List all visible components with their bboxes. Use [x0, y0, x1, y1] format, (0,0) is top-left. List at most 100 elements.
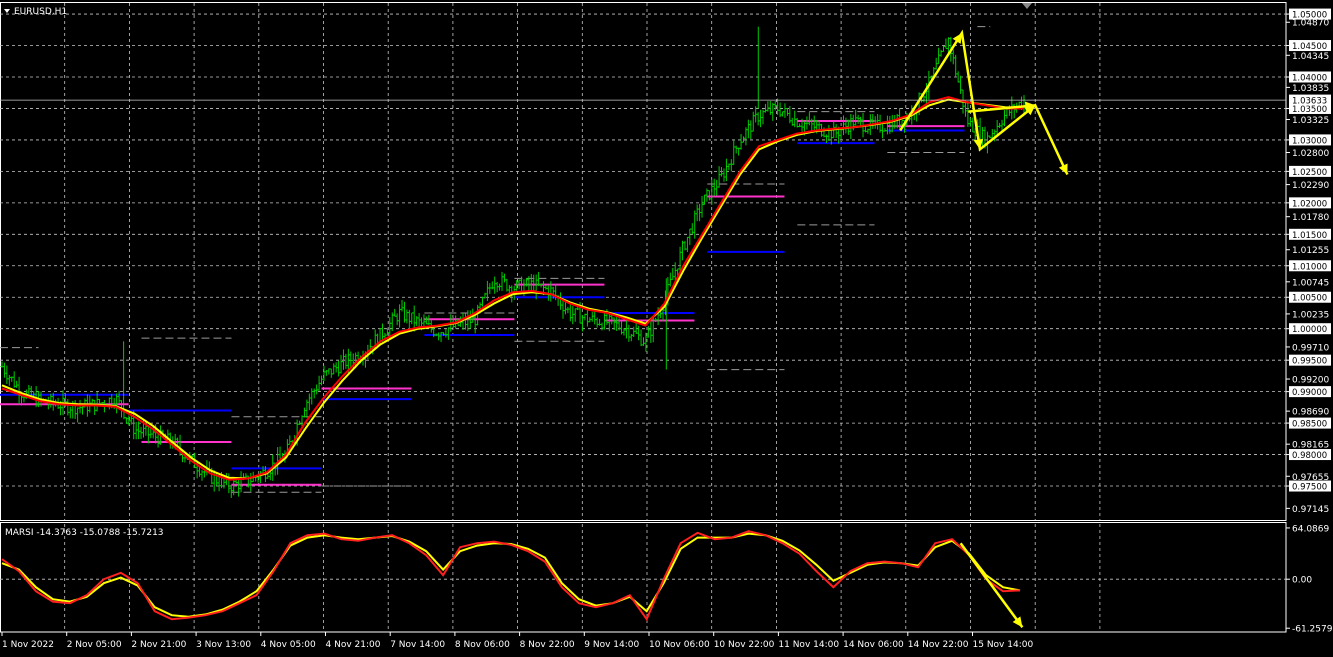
price-bar — [559, 292, 563, 310]
time-tick-label: 7 Nov 14:00 — [390, 640, 445, 650]
price-bar — [959, 75, 963, 94]
price-tick-label: 0.98500 — [1292, 420, 1327, 430]
price-bar — [395, 313, 399, 326]
price-bar — [746, 119, 750, 139]
price-bar — [27, 384, 31, 395]
price-bar — [407, 309, 411, 330]
price-bar — [566, 306, 570, 314]
time-tick-label: 10 Nov 06:00 — [649, 640, 710, 650]
price-bar — [766, 101, 770, 112]
price-bar — [649, 321, 653, 343]
price-bar — [229, 484, 233, 498]
price-bar — [237, 479, 241, 497]
price-tick-label: 1.03000 — [1292, 136, 1327, 146]
price-tick-label: 0.99500 — [1292, 357, 1327, 367]
price-tick-label: 1.00745 — [1292, 278, 1329, 288]
time-tick-label: 4 Nov 21:00 — [326, 640, 381, 650]
price-bar — [585, 309, 589, 327]
chevron-down-icon[interactable] — [4, 9, 10, 13]
price-tick-label: 1.04345 — [1292, 52, 1329, 62]
price-tick-label: 1.03325 — [1292, 116, 1329, 126]
price-tick-label: 1.02800 — [1292, 149, 1329, 159]
price-tick-label: 1.04000 — [1292, 73, 1327, 83]
price-bar — [751, 111, 755, 132]
price-tick-label: 1.00235 — [1292, 310, 1329, 320]
price-bar — [320, 375, 324, 386]
price-bar — [410, 312, 414, 325]
price-bar — [485, 280, 489, 301]
price-bar — [720, 167, 724, 177]
price-tick-label: 1.02500 — [1292, 168, 1327, 178]
price-bar — [400, 299, 404, 312]
price-bar — [278, 446, 282, 459]
ma-fast-line — [1, 96, 1024, 481]
price-bar — [310, 388, 314, 405]
price-bar — [734, 145, 738, 154]
price-bar — [944, 38, 948, 50]
price-bar — [781, 111, 785, 117]
price-bar — [622, 328, 626, 336]
price-tick-label: 0.98000 — [1292, 451, 1327, 461]
price-bar — [812, 115, 816, 131]
price-bar — [500, 271, 504, 291]
price-bar — [307, 393, 311, 411]
price-bar — [337, 360, 341, 377]
chart-canvas[interactable]: 1.050001.048701.045001.043451.040001.038… — [0, 0, 1333, 657]
grid — [0, 2, 1287, 633]
price-bar — [439, 331, 443, 343]
price-bar — [749, 120, 753, 140]
price-bar — [807, 112, 811, 126]
time-tick-label: 2 Nov 21:00 — [131, 640, 186, 650]
price-bar — [968, 117, 972, 127]
price-tick-label: 1.01000 — [1292, 262, 1327, 272]
shift-marker-icon[interactable] — [1022, 3, 1032, 9]
price-bar — [15, 380, 19, 388]
price-bar — [741, 136, 745, 143]
price-bar — [344, 353, 348, 369]
price-bar — [339, 354, 343, 374]
price-bar — [498, 283, 502, 291]
price-bar — [732, 139, 736, 165]
price-bar — [424, 316, 428, 325]
price-bar — [76, 407, 80, 423]
indicator-arrow-annotation — [959, 542, 1024, 628]
price-tick-label: 0.99000 — [1292, 388, 1327, 398]
price-bar — [393, 308, 397, 317]
price-bar — [349, 351, 353, 368]
indicator-tick-label: -61.2579 — [1292, 625, 1333, 635]
price-bar — [488, 283, 492, 294]
price-bar — [827, 125, 831, 141]
price-bar — [68, 406, 72, 419]
price-bar — [600, 322, 604, 331]
price-tick-label: 0.99710 — [1292, 343, 1329, 353]
price-tick-label: 1.01500 — [1292, 231, 1327, 241]
price-bar — [529, 274, 533, 292]
ma-slow-line — [1, 98, 1025, 480]
price-bar — [839, 128, 843, 140]
time-tick-label: 1 Nov 2022 — [2, 640, 54, 650]
price-bar — [873, 116, 877, 129]
price-tick-label: 1.00500 — [1292, 294, 1327, 304]
price-bar — [149, 428, 153, 439]
price-bar — [785, 107, 789, 116]
price-bar — [573, 308, 577, 322]
price-tick-label: 1.04870 — [1292, 19, 1329, 29]
price-tick-label: 1.03835 — [1292, 84, 1329, 94]
indicator-series-line — [1, 532, 1021, 618]
price-bar — [493, 276, 497, 294]
price-bar — [568, 304, 572, 322]
symbol-header[interactable]: EURUSD,H1 — [4, 7, 67, 17]
price-bar — [771, 102, 775, 121]
price-bar — [639, 329, 643, 347]
price-bar — [885, 115, 889, 135]
price-bar — [288, 435, 292, 445]
price-bar — [534, 274, 538, 300]
price-bar — [688, 228, 692, 246]
time-tick-label: 14 Nov 22:00 — [908, 640, 969, 650]
price-bar — [678, 246, 682, 271]
moving-averages — [1, 96, 1025, 481]
time-tick-label: 9 Nov 14:00 — [584, 640, 639, 650]
price-bar — [481, 296, 485, 307]
price-bar — [685, 236, 689, 253]
price-bar — [693, 210, 697, 239]
